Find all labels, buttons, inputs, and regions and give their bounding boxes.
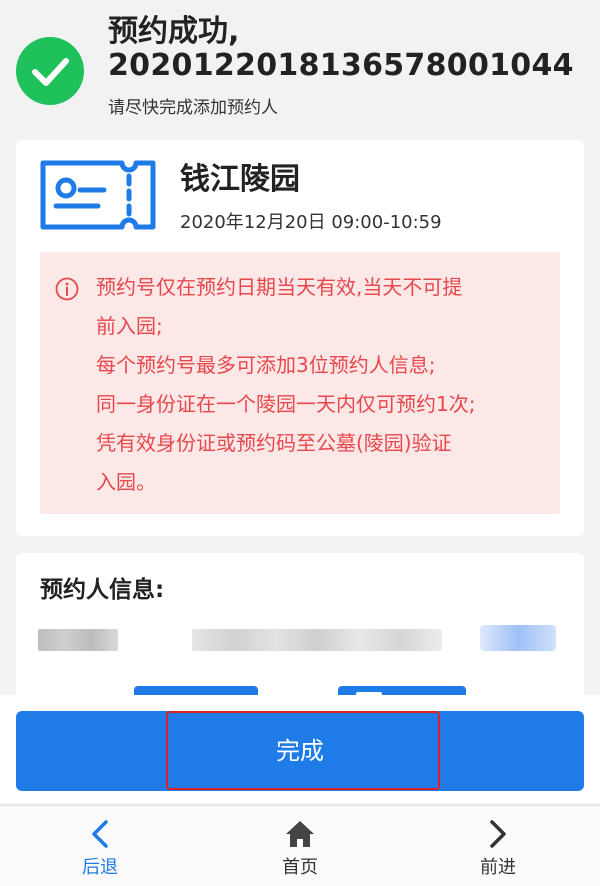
reservation-number: 2020122018136578001044 [108,48,574,83]
chevron-left-icon [40,816,160,852]
success-subtitle: 请尽快完成添加预约人 [108,98,278,118]
info-icon [54,276,80,306]
notice-line: 同一身份证在一个陵园一天内仅可预约1次; [96,392,476,416]
chevron-right-icon [438,816,558,852]
venue-datetime: 2020年12月20日 09:00-10:59 [180,212,442,233]
highlight-box [166,711,440,790]
venue-name: 钱江陵园 [180,162,300,197]
nav-back-label: 后退 [82,857,118,878]
bottom-nav: 后退 首页 前进 [0,805,600,886]
venue-card: 钱江陵园 2020年12月20日 09:00-10:59 预约号仅在预约日期当天… [16,140,584,536]
redacted-name [38,629,118,651]
persons-card: 预约人信息: [16,553,584,713]
notice-line: 入园。 [96,470,156,494]
notice-line: 每个预约号最多可添加3位预约人信息; [96,353,436,377]
nav-home-label: 首页 [282,857,318,878]
notice-text: 预约号仅在预约日期当天有效,当天不可提 前入园; 每个预约号最多可添加3位预约人… [96,268,546,502]
ticket-icon [40,160,156,234]
nav-back[interactable]: 后退 [40,806,160,886]
notice-line: 预约号仅在预约日期当天有效,当天不可提 [96,275,463,299]
redacted-action-link[interactable] [480,625,556,651]
nav-home[interactable]: 首页 [240,806,360,886]
success-title: 预约成功, [108,14,240,49]
persons-title: 预约人信息: [40,577,165,603]
notice-line: 凭有效身份证或预约码至公墓(陵园)验证 [96,431,452,455]
nav-forward[interactable]: 前进 [438,806,558,886]
home-icon [240,816,360,852]
redacted-id-number [192,629,442,651]
notice-box: 预约号仅在预约日期当天有效,当天不可提 前入园; 每个预约号最多可添加3位预约人… [40,252,560,514]
success-check-icon [16,37,84,105]
success-header: 预约成功, 2020122018136578001044 请尽快完成添加预约人 [0,0,600,128]
done-button[interactable]: 完成 [16,711,584,791]
nav-forward-label: 前进 [480,857,516,878]
notice-line: 前入园; [96,314,163,338]
